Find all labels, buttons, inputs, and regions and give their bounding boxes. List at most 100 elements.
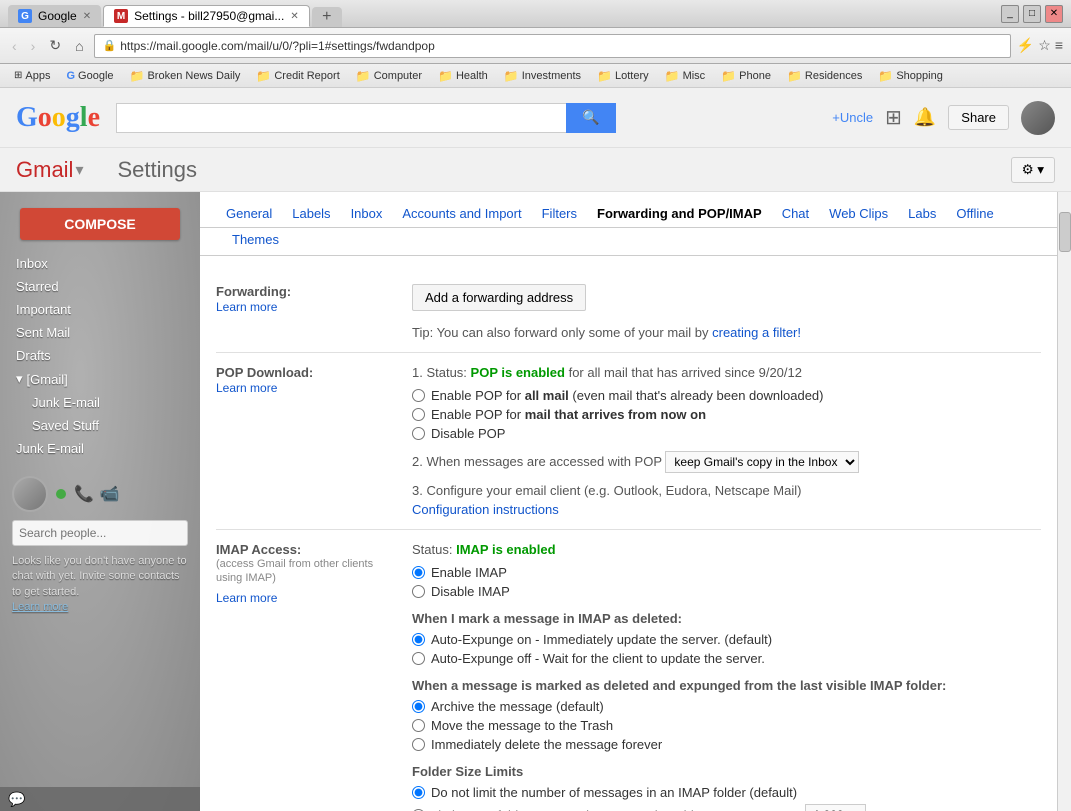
forwarding-tip: Tip: You can also forward only some of y… [412, 325, 1041, 340]
bookmark-shopping[interactable]: 📁 Shopping [872, 68, 948, 84]
bookmark-lottery[interactable]: 📁 Lottery [591, 68, 655, 84]
configuration-instructions-link[interactable]: Configuration instructions [412, 502, 559, 517]
imap-trash-radio-input[interactable] [412, 719, 425, 732]
google-tab-close[interactable]: ✕ [83, 11, 91, 22]
bookmark-phone[interactable]: 📁 Phone [715, 68, 777, 84]
tab-general[interactable]: General [216, 200, 282, 227]
tab-chat[interactable]: Chat [772, 200, 819, 227]
maximize-button[interactable]: □ [1023, 5, 1041, 23]
settings-gear-button[interactable]: ⚙ ▾ [1011, 157, 1055, 183]
bookmark-credit-report[interactable]: 📁 Credit Report [250, 68, 345, 84]
new-tab-button[interactable]: + [312, 7, 342, 27]
tab-web-clips[interactable]: Web Clips [819, 200, 898, 227]
tab-offline[interactable]: Offline [946, 200, 1003, 227]
bookmark-misc[interactable]: 📁 Misc [659, 68, 712, 84]
google-tab[interactable]: G Google ✕ [8, 5, 101, 27]
imap-auto-expunge-on-radio[interactable] [412, 633, 425, 646]
folder-no-limit-radio-input[interactable] [412, 786, 425, 799]
imap-disable-radio-input[interactable] [412, 585, 425, 598]
sidebar-item-saved-stuff[interactable]: Saved Stuff [0, 414, 200, 437]
pop-disable-radio[interactable] [412, 427, 425, 440]
minimize-button[interactable]: _ [1001, 5, 1019, 23]
nav-icons: ⚡ ☆ ≡ [1017, 37, 1063, 54]
tab-labs[interactable]: Labs [898, 200, 946, 227]
imap-archive-radio-input[interactable] [412, 700, 425, 713]
imap-row: IMAP Access: (access Gmail from other cl… [216, 530, 1041, 811]
reload-button[interactable]: ↻ [45, 35, 65, 56]
forward-button[interactable]: › [27, 36, 40, 56]
forwarding-learn-more[interactable]: Learn more [216, 300, 277, 314]
sidebar-item-drafts[interactable]: Drafts [0, 344, 200, 367]
imap-disable-label: Disable IMAP [431, 584, 510, 599]
chat-video-icon[interactable]: 📹 [100, 484, 120, 504]
header-notifications-button[interactable]: 🔔 [914, 107, 936, 128]
add-forwarding-button[interactable]: Add a forwarding address [412, 284, 586, 311]
sidebar-item-gmail-folder[interactable]: ▾ [Gmail] [0, 367, 200, 391]
apps-label: Apps [25, 70, 50, 82]
tab-forwarding-pop-imap[interactable]: Forwarding and POP/IMAP [587, 200, 772, 227]
bookmark-computer[interactable]: 📁 Computer [350, 68, 428, 84]
compose-button[interactable]: COMPOSE [20, 208, 180, 240]
menu-icon[interactable]: ≡ [1055, 37, 1063, 54]
extensions-icon[interactable]: ⚡ [1017, 37, 1034, 54]
gmail-settings-tab[interactable]: M Settings - bill27950@gmai... ✕ [103, 5, 310, 27]
bookmark-star-icon[interactable]: ☆ [1038, 37, 1051, 54]
close-button[interactable]: ✕ [1045, 5, 1063, 23]
sidebar-item-junk-email-sub[interactable]: Junk E-mail [0, 391, 200, 414]
tab-inbox[interactable]: Inbox [341, 200, 393, 227]
tab-themes[interactable]: Themes [216, 228, 289, 255]
google-search-button[interactable]: 🔍 [566, 103, 616, 133]
imap-delete-forever-label: Immediately delete the message forever [431, 737, 662, 752]
bookmark-broken-news[interactable]: 📁 Broken News Daily [124, 68, 247, 84]
chat-learn-more-link[interactable]: Learn more [12, 601, 68, 613]
bookmark-health[interactable]: 📁 Health [432, 68, 494, 84]
scrollbar-thumb[interactable] [1059, 212, 1071, 252]
gmail-dropdown-icon[interactable]: ▾ [75, 160, 83, 180]
inbox-label: Inbox [16, 256, 48, 271]
header-right: +Uncle ⊞ 🔔 Share [832, 101, 1055, 135]
header-share-button[interactable]: Share [948, 105, 1009, 130]
header-user-link[interactable]: +Uncle [832, 110, 873, 125]
home-button[interactable]: ⌂ [71, 36, 87, 56]
tab-accounts-import[interactable]: Accounts and Import [392, 200, 531, 227]
sidebar-item-sent-mail[interactable]: Sent Mail [0, 321, 200, 344]
sidebar-item-important[interactable]: Important [0, 298, 200, 321]
gmail-header: Gmail ▾ Settings ⚙ ▾ [0, 148, 1071, 192]
bookmarks-bar: ⊞ Apps G Google 📁 Broken News Daily 📁 Cr… [0, 64, 1071, 88]
pop-all-radio[interactable] [412, 389, 425, 402]
sidebar-item-inbox[interactable]: Inbox [0, 252, 200, 275]
bookmark-residences[interactable]: 📁 Residences [781, 68, 868, 84]
address-bar[interactable]: 🔒 https://mail.google.com/mail/u/0/?pli=… [94, 34, 1011, 58]
pop-learn-more[interactable]: Learn more [216, 381, 277, 395]
search-people-input[interactable] [12, 520, 188, 546]
bottom-chat-icon[interactable]: 💬 [8, 791, 25, 808]
tab-labels[interactable]: Labels [282, 200, 340, 227]
pop-action-select[interactable]: keep Gmail's copy in the Inbox [665, 451, 859, 473]
sidebar-item-junk-email[interactable]: Junk E-mail [0, 437, 200, 460]
sidebar-item-starred[interactable]: Starred [0, 275, 200, 298]
gmail-tab-close[interactable]: ✕ [290, 11, 298, 22]
pop-now-radio[interactable] [412, 408, 425, 421]
imap-enable-radio-input[interactable] [412, 566, 425, 579]
bookmark-google[interactable]: G Google [60, 69, 119, 83]
bookmark-investments[interactable]: 📁 Investments [498, 68, 587, 84]
imap-learn-more[interactable]: Learn more [216, 591, 277, 605]
header-apps-button[interactable]: ⊞ [885, 105, 902, 130]
back-button[interactable]: ‹ [8, 36, 21, 56]
folder-icon: 📁 [356, 69, 371, 83]
scrollbar-track[interactable] [1057, 192, 1071, 811]
pop-when-label: 2. When messages are accessed with POP [412, 454, 662, 469]
folder-limit-select[interactable]: 1,000 [805, 804, 866, 811]
chat-phone-icon[interactable]: 📞 [74, 484, 94, 504]
imap-auto-expunge-on-label: Auto-Expunge on - Immediately update the… [431, 632, 772, 647]
imap-trash-label: Move the message to the Trash [431, 718, 613, 733]
imap-delete-forever-radio-input[interactable] [412, 738, 425, 751]
google-search-input[interactable] [116, 103, 566, 133]
apps-item[interactable]: ⊞ Apps [8, 69, 56, 83]
google-tab-favicon: G [18, 9, 32, 23]
tab-filters[interactable]: Filters [532, 200, 587, 227]
creating-filter-link[interactable]: creating a filter! [712, 325, 801, 340]
imap-auto-expunge-off-radio[interactable] [412, 652, 425, 665]
header-avatar[interactable] [1021, 101, 1055, 135]
imap-expunged-title: When a message is marked as deleted and … [412, 678, 1041, 693]
